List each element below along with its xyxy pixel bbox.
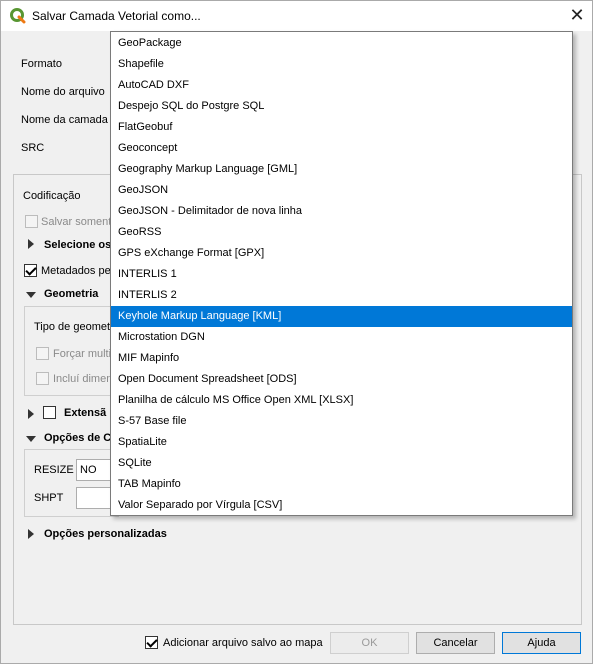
format-option[interactable]: Shapefile xyxy=(111,54,572,75)
ok-button[interactable]: OK xyxy=(330,632,409,654)
custom-options-header[interactable]: Opções personalizadas xyxy=(44,528,167,540)
include-dimension-label: Incluí dimen xyxy=(53,373,113,385)
layer-options-header[interactable]: Opções de C xyxy=(44,432,111,444)
encoding-label: Codificação xyxy=(23,190,81,202)
expand-right-icon[interactable] xyxy=(28,529,34,539)
format-option[interactable]: Valor Separado por Vírgula [CSV] xyxy=(111,495,572,516)
close-icon[interactable]: ✕ xyxy=(565,5,589,27)
select-fields-header[interactable]: Selecione os xyxy=(44,239,111,251)
format-option[interactable]: GPS eXchange Format [GPX] xyxy=(111,243,572,264)
force-multi-label: Forçar multi xyxy=(53,348,112,360)
format-option[interactable]: Keyhole Markup Language [KML] xyxy=(111,306,572,327)
collapse-down-icon[interactable] xyxy=(26,436,36,442)
format-option[interactable]: INTERLIS 2 xyxy=(111,285,572,306)
format-dropdown-list: GeoPackage Shapefile AutoCAD DXF Despejo SQ… xyxy=(110,31,573,516)
format-option[interactable]: Geoconcept xyxy=(111,138,572,159)
include-dimension-checkbox[interactable] xyxy=(36,372,49,385)
format-label: Formato xyxy=(21,58,62,70)
format-option[interactable]: Microstation DGN xyxy=(111,327,572,348)
geometry-type-label: Tipo de geometr xyxy=(34,321,114,333)
format-option[interactable]: MIF Mapinfo xyxy=(111,348,572,369)
format-option[interactable]: SQLite xyxy=(111,453,572,474)
expand-right-icon[interactable] xyxy=(28,239,34,249)
format-option[interactable]: FlatGeobuf xyxy=(111,117,572,138)
filename-label: Nome do arquivo xyxy=(21,86,105,98)
format-option[interactable]: GeoJSON xyxy=(111,180,572,201)
collapse-down-icon[interactable] xyxy=(26,292,36,298)
format-option[interactable]: INTERLIS 1 xyxy=(111,264,572,285)
force-multi-checkbox[interactable] xyxy=(36,347,49,360)
save-vector-layer-dialog: Salvar Camada Vetorial como... ✕ Formato… xyxy=(0,0,593,664)
format-option[interactable]: GeoRSS xyxy=(111,222,572,243)
format-option[interactable]: Planilha de cálculo MS Office Open XML [… xyxy=(111,390,572,411)
format-option[interactable]: Geography Markup Language [GML] xyxy=(111,159,572,180)
help-button[interactable]: Ajuda xyxy=(502,632,581,654)
window-title: Salvar Camada Vetorial como... xyxy=(32,9,201,23)
extent-checkbox[interactable] xyxy=(43,406,56,419)
format-option[interactable]: S-57 Base file xyxy=(111,411,572,432)
add-to-map-checkbox[interactable] xyxy=(145,636,158,649)
format-option[interactable]: Open Document Spreadsheet [ODS] xyxy=(111,369,572,390)
geometry-header[interactable]: Geometria xyxy=(44,288,98,300)
crs-label: SRC xyxy=(21,142,45,154)
qgis-logo-icon xyxy=(10,8,26,24)
expand-right-icon[interactable] xyxy=(28,409,34,419)
add-to-map-label: Adicionar arquivo salvo ao mapa xyxy=(163,637,323,649)
save-only-selected-checkbox[interactable] xyxy=(25,215,38,228)
layer-name-label: Nome da camada xyxy=(21,114,108,126)
extent-header[interactable]: Extensã xyxy=(64,407,106,419)
format-option[interactable]: Despejo SQL do Postgre SQL xyxy=(111,96,572,117)
shpt-label: SHPT xyxy=(34,492,64,504)
cancel-button[interactable]: Cancelar xyxy=(416,632,495,654)
save-only-selected-label: Salvar somente xyxy=(41,216,118,228)
format-option[interactable]: TAB Mapinfo xyxy=(111,474,572,495)
metadata-label: Metadados pe xyxy=(41,265,111,277)
metadata-checkbox[interactable] xyxy=(24,264,37,277)
format-option[interactable]: SpatiaLite xyxy=(111,432,572,453)
resize-label: RESIZE xyxy=(34,464,74,476)
format-option[interactable]: GeoJSON - Delimitador de nova linha xyxy=(111,201,572,222)
format-option[interactable]: AutoCAD DXF xyxy=(111,75,572,96)
title-bar: Salvar Camada Vetorial como... ✕ xyxy=(1,1,592,31)
format-option[interactable]: GeoPackage xyxy=(111,33,572,54)
